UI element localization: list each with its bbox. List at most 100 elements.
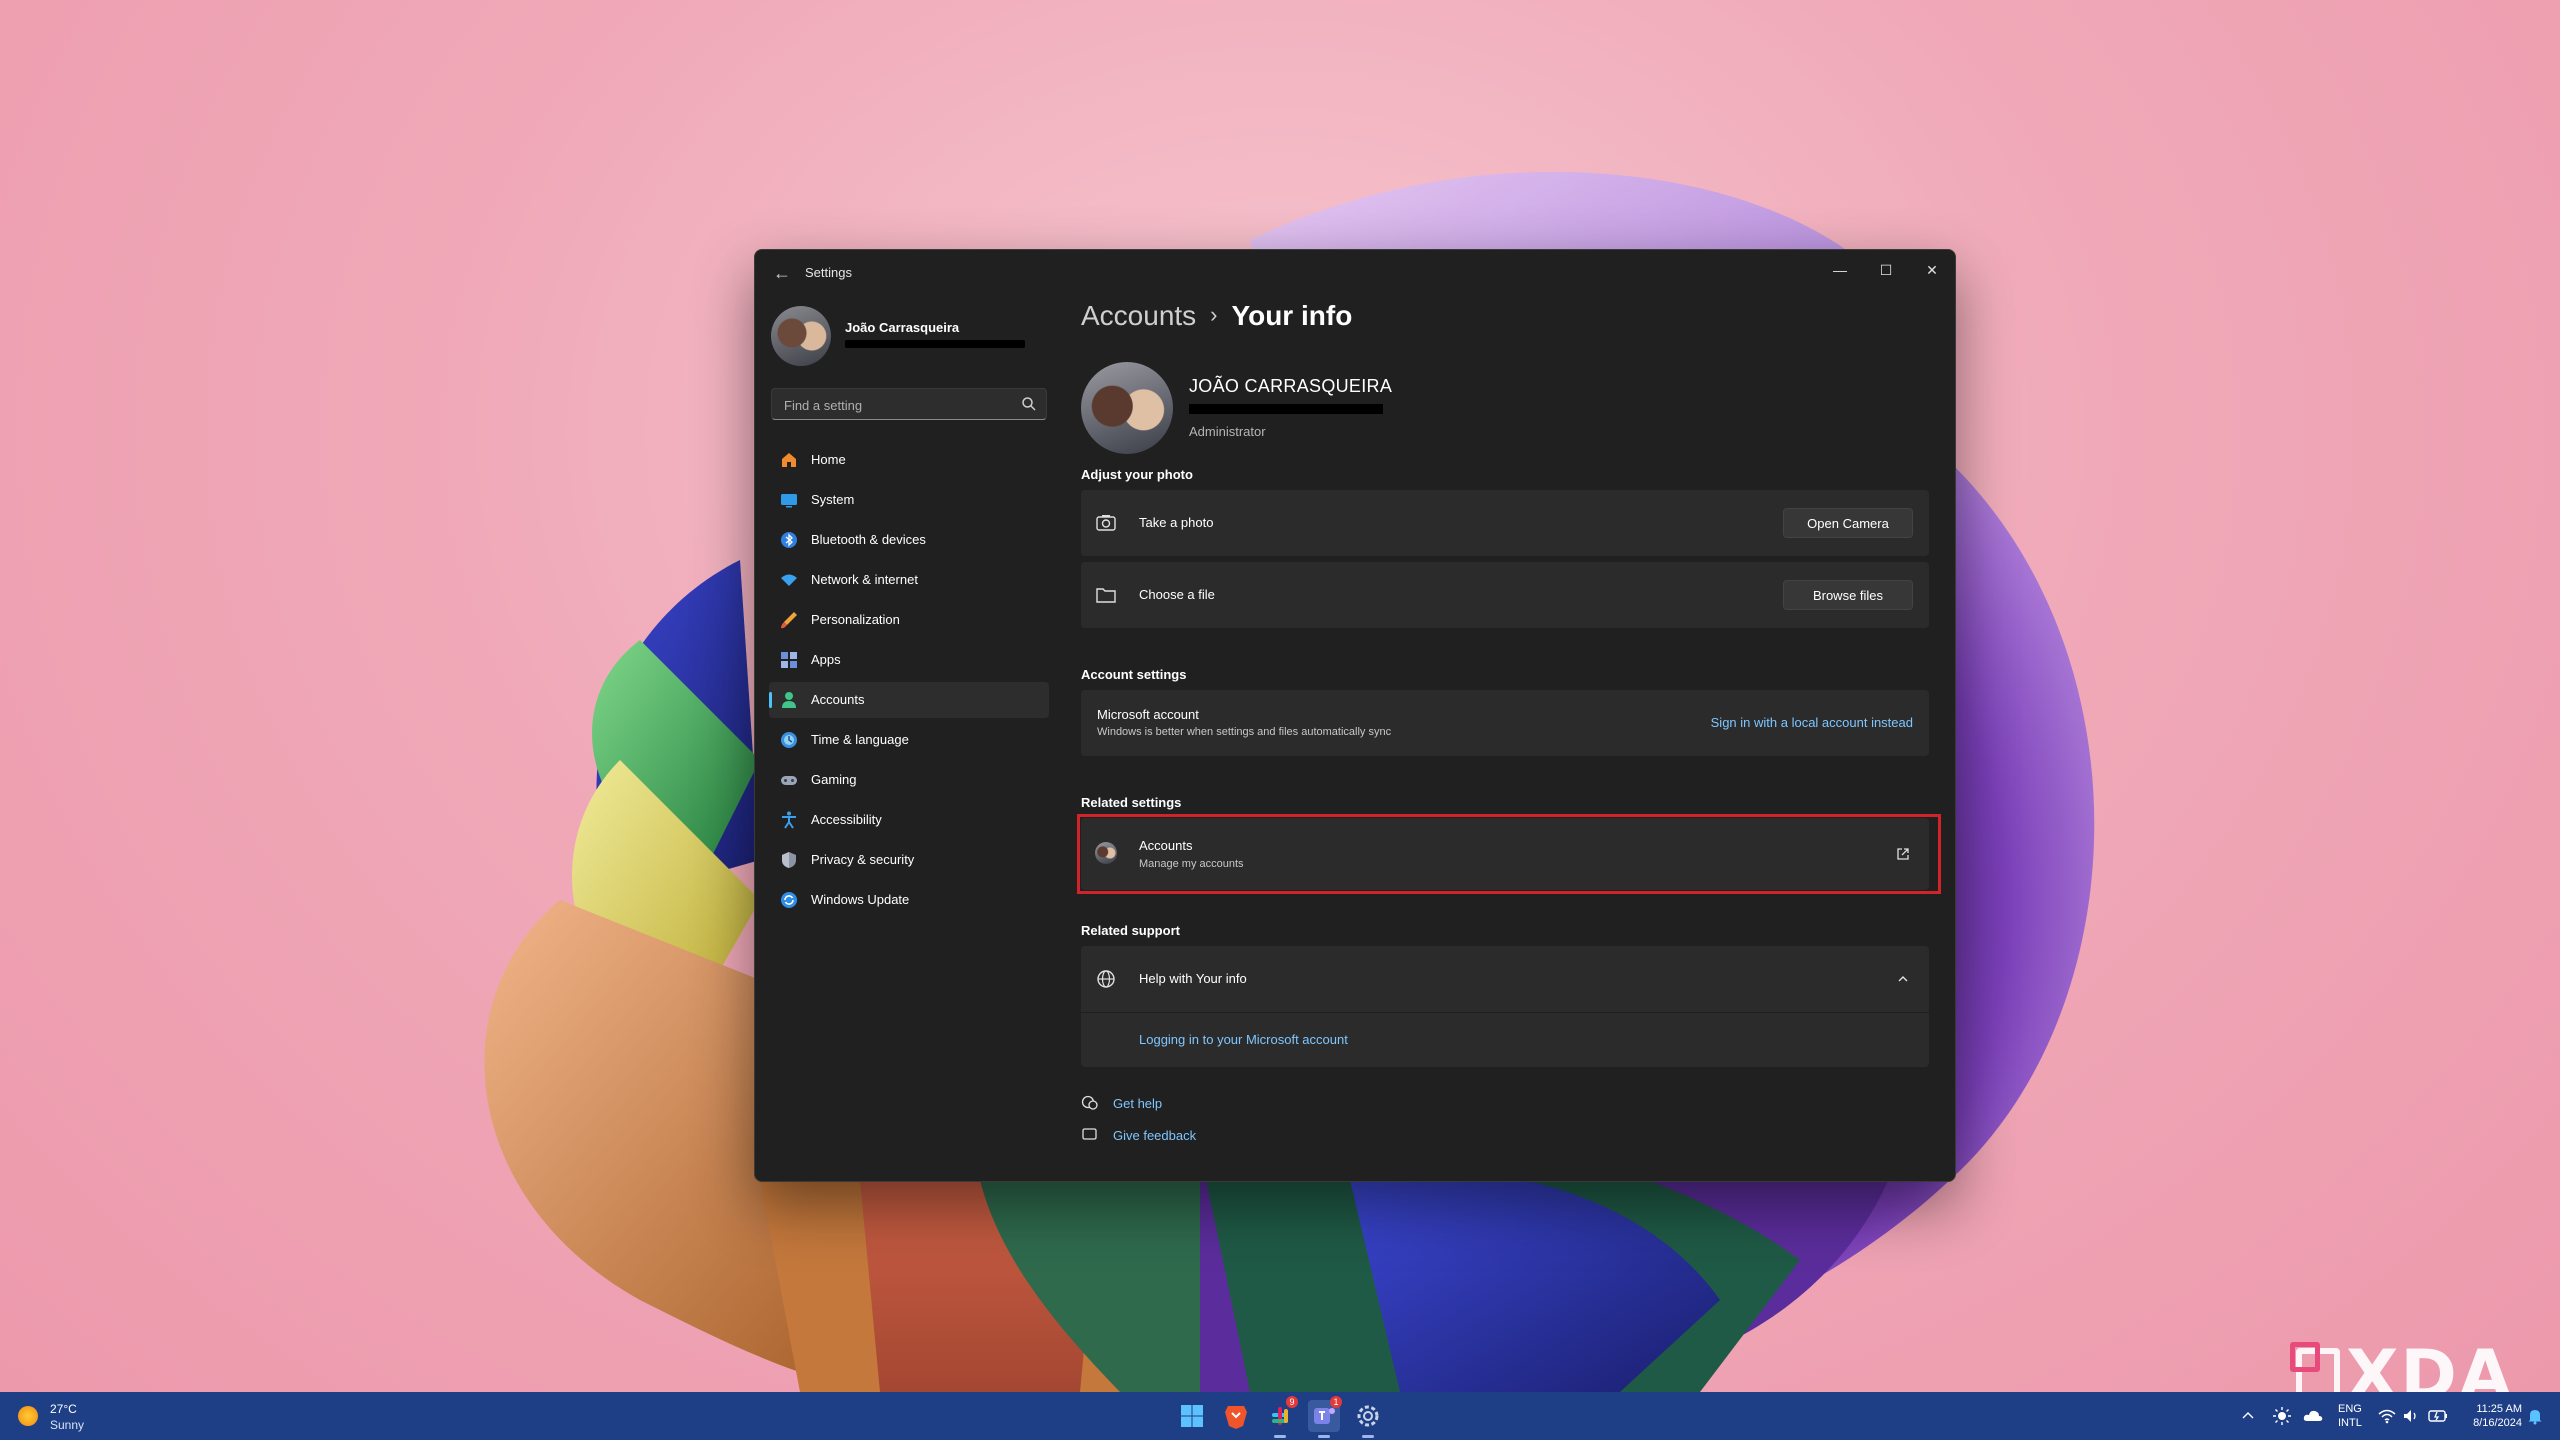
profile-email-redacted	[845, 340, 1025, 348]
taskbar-teams[interactable]: 1	[1308, 1396, 1342, 1438]
running-indicator	[1274, 1435, 1286, 1438]
start-button[interactable]	[1176, 1400, 1208, 1432]
search-input[interactable]	[782, 395, 1006, 415]
sidebar-item-label: Time & language	[811, 732, 909, 747]
taskbar-slack[interactable]: 9	[1264, 1396, 1298, 1438]
sidebar-item-label: Gaming	[811, 772, 857, 787]
red-highlight-box	[1077, 814, 1941, 894]
get-help-link[interactable]: Get help	[1113, 1096, 1162, 1111]
title-bar: ← Settings — ☐ ✕	[755, 250, 1955, 296]
taskbar-brave[interactable]	[1220, 1400, 1252, 1432]
onedrive-cloud-icon[interactable]	[2302, 1406, 2324, 1426]
wifi-icon[interactable]	[2378, 1407, 2396, 1425]
slack-badge: 9	[1286, 1396, 1298, 1408]
related-accounts-card[interactable]: Accounts Manage my accounts	[1077, 814, 1941, 894]
weather-widget[interactable]: 27°C Sunny	[18, 1400, 138, 1434]
give-feedback-link[interactable]: Give feedback	[1113, 1128, 1196, 1143]
camera-icon	[1096, 515, 1116, 531]
teams-badge: 1	[1330, 1396, 1342, 1408]
sidebar-profile[interactable]: João Carrasqueira	[771, 306, 1041, 370]
minimize-button[interactable]: —	[1817, 250, 1863, 290]
related-settings-heading: Related settings	[1081, 795, 1182, 810]
related-support-heading: Related support	[1081, 923, 1180, 938]
take-photo-card: Take a photo Open Camera	[1081, 490, 1929, 556]
folder-icon	[1096, 588, 1116, 603]
open-camera-button[interactable]: Open Camera	[1783, 508, 1913, 538]
taskbar-settings[interactable]	[1352, 1400, 1384, 1438]
sidebar-item-label: System	[811, 492, 855, 507]
sidebar-item-system[interactable]: System	[769, 482, 1049, 518]
account-settings-heading: Account settings	[1081, 667, 1187, 682]
sidebar-item-home[interactable]: Home	[769, 442, 1049, 478]
settings-window: ← Settings — ☐ ✕ João Carrasqueira Home …	[754, 249, 1956, 1182]
sidebar-item-windows-update[interactable]: Windows Update	[769, 882, 1049, 918]
sidebar-item-personalization[interactable]: Personalization	[769, 602, 1049, 638]
sidebar-item-label: Accessibility	[811, 812, 882, 827]
search-icon[interactable]	[1020, 395, 1038, 413]
sidebar-item-label: Network & internet	[811, 572, 918, 587]
brave-lion-icon	[1225, 1406, 1247, 1429]
sidebar-item-label: Apps	[811, 652, 841, 667]
back-button[interactable]: ←	[771, 262, 793, 284]
sidebar-item-privacy-security[interactable]: Privacy & security	[769, 842, 1049, 878]
battery-icon[interactable]	[2428, 1407, 2448, 1425]
chevron-up-icon[interactable]	[1897, 973, 1909, 985]
sidebar-item-label: Bluetooth & devices	[811, 532, 926, 547]
maximize-button[interactable]: ☐	[1863, 250, 1909, 290]
chevron-up-icon[interactable]	[2240, 1408, 2256, 1424]
help-your-info-label: Help with Your info	[1139, 971, 1247, 986]
brightness-icon[interactable]	[2272, 1406, 2292, 1426]
user-avatar	[1081, 362, 1173, 454]
volume-icon[interactable]	[2402, 1407, 2420, 1425]
clock-date: 8/16/2024	[2473, 1417, 2522, 1429]
browse-files-button[interactable]: Browse files	[1783, 580, 1913, 610]
breadcrumb: Accounts › Your info	[1081, 300, 1352, 340]
avatar	[771, 306, 831, 366]
sidebar-item-label: Windows Update	[811, 892, 910, 907]
logging-in-microsoft-account-link[interactable]: Logging in to your Microsoft account	[1139, 1032, 1348, 1047]
sidebar-item-label: Home	[811, 452, 846, 467]
help-your-info-body: Logging in to your Microsoft account	[1081, 1013, 1929, 1067]
notification-bell-icon[interactable]	[2526, 1407, 2544, 1425]
network-icon	[781, 574, 797, 586]
external-link-icon[interactable]	[1895, 846, 1911, 862]
adjust-photo-heading: Adjust your photo	[1081, 467, 1193, 482]
language-code: ENG	[2338, 1403, 2362, 1415]
user-role: Administrator	[1189, 424, 1266, 439]
help-your-info-header[interactable]: Help with Your info	[1081, 946, 1929, 1012]
search-box[interactable]	[771, 388, 1047, 420]
sun-icon	[18, 1406, 38, 1426]
sidebar-item-label: Personalization	[811, 612, 900, 627]
home-icon	[782, 453, 796, 467]
choose-file-label: Choose a file	[1139, 587, 1215, 602]
sidebar-item-accounts[interactable]: Accounts	[769, 682, 1049, 718]
keyboard-layout: INTL	[2338, 1417, 2362, 1429]
running-indicator	[1362, 1435, 1374, 1438]
sign-in-local-account-link[interactable]: Sign in with a local account instead	[1711, 715, 1913, 730]
feedback-icon	[1082, 1128, 1097, 1140]
breadcrumb-accounts[interactable]: Accounts	[1081, 300, 1196, 331]
profile-name: João Carrasqueira	[845, 320, 960, 335]
user-info: JOÃO CARRASQUEIRA Administrator	[1081, 362, 1681, 458]
globe-icon	[1097, 970, 1115, 988]
microsoft-account-description: Windows is better when settings and file…	[1097, 726, 1392, 738]
microsoft-account-label: Microsoft account	[1097, 707, 1199, 722]
sidebar-item-label: Privacy & security	[811, 852, 915, 867]
system-icon	[781, 494, 797, 508]
sidebar-item-accessibility[interactable]: Accessibility	[769, 802, 1049, 838]
sidebar-item-network[interactable]: Network & internet	[769, 562, 1049, 598]
accounts-icon	[782, 692, 796, 708]
sidebar-item-gaming[interactable]: Gaming	[769, 762, 1049, 798]
language-indicator[interactable]: ENG INTL	[2338, 1402, 2362, 1430]
take-photo-label: Take a photo	[1139, 515, 1214, 530]
sidebar-item-apps[interactable]: Apps	[769, 642, 1049, 678]
sidebar-item-bluetooth[interactable]: Bluetooth & devices	[769, 522, 1049, 558]
accessibility-icon	[782, 811, 796, 829]
clock[interactable]: 11:25 AM 8/16/2024	[2458, 1402, 2522, 1430]
close-button[interactable]: ✕	[1909, 250, 1955, 290]
chevron-right-icon: ›	[1210, 302, 1218, 327]
sidebar-item-time-language[interactable]: Time & language	[769, 722, 1049, 758]
sidebar-nav: Home System Bluetooth & devices Network …	[769, 442, 1049, 922]
apps-icon	[781, 652, 797, 668]
privacy-icon	[782, 852, 796, 868]
